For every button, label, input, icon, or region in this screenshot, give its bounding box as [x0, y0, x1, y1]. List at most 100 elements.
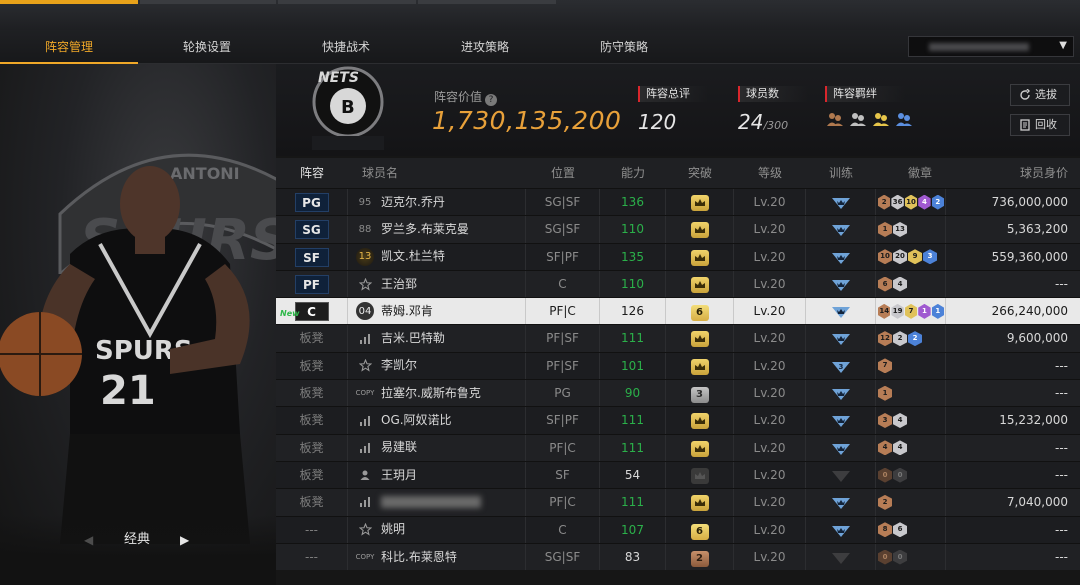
player-name-cell[interactable]: 04 蒂姆.邓肯 [348, 298, 526, 325]
badges-cell[interactable]: 7 [876, 352, 946, 380]
table-row[interactable]: 板凳 易建联 PF|C 111 Lv.20 44 --- [276, 433, 1080, 461]
bond-blue-icon[interactable] [894, 111, 914, 127]
breakthrough-cell[interactable] [666, 216, 734, 243]
breakthrough-cell[interactable] [666, 461, 734, 489]
table-row[interactable]: --- COPY 科比.布莱恩特 SG|SF 83 2 Lv.20 00 --- [276, 542, 1080, 571]
breakthrough-cell[interactable]: 3 [666, 380, 734, 407]
help-icon[interactable]: ? [485, 94, 498, 106]
player-name-cell[interactable]: 易建联 [348, 434, 526, 461]
badges-cell[interactable]: 12 2 2 [876, 325, 946, 352]
badges-cell[interactable]: 00 [876, 543, 946, 571]
table-row[interactable]: 板凳 COPY 拉塞尔.威斯布鲁克 PG 90 3 Lv.20 1 --- [276, 379, 1080, 407]
training-cell[interactable] [806, 325, 876, 352]
training-cell[interactable]: 3 [806, 352, 876, 380]
account-dropdown[interactable]: ▼ [908, 36, 1074, 57]
next-arrow-icon[interactable]: ▶ [180, 533, 189, 547]
lineup-slot-cell[interactable]: 板凳 [276, 380, 348, 407]
table-row[interactable]: 板凳 吉米.巴特勒 PF|SF 111 Lv.20 12 2 2 9,600,000 [276, 324, 1080, 352]
breakthrough-cell[interactable] [666, 243, 734, 270]
training-cell[interactable] [806, 407, 876, 434]
breakthrough-cell[interactable]: 6 [666, 298, 734, 325]
breakthrough-cell[interactable]: 6 [666, 516, 734, 543]
table-row[interactable]: SG 88 罗兰多.布莱克曼 SG|SF 110 Lv.20 1 13 5,363,… [276, 215, 1080, 243]
badges-cell[interactable]: 64 [876, 270, 946, 298]
player-name-cell[interactable]: 吉米.巴特勒 [348, 325, 526, 352]
table-row[interactable]: PF 王治郅 C 110 Lv.20 64 --- [276, 269, 1080, 298]
training-cell[interactable] [806, 380, 876, 407]
badges-cell[interactable]: 2 36 10 4 2 [876, 189, 946, 216]
training-cell[interactable] [806, 243, 876, 270]
training-cell[interactable] [806, 270, 876, 298]
badges-cell[interactable]: 1 13 [876, 216, 946, 243]
tab-defense-strategy[interactable]: 防守策略 [555, 30, 693, 64]
lineup-slot-cell[interactable]: SG [276, 216, 348, 243]
badges-cell[interactable]: 2 [876, 489, 946, 516]
recycle-button[interactable]: 回收 [1010, 114, 1070, 136]
lineup-slot-cell[interactable]: PG [276, 189, 348, 216]
training-cell[interactable] [806, 489, 876, 516]
badges-cell[interactable]: 34 [876, 407, 946, 434]
player-name-cell[interactable]: 姚明 [348, 516, 526, 543]
breakthrough-cell[interactable]: 2 [666, 543, 734, 571]
breakthrough-cell[interactable] [666, 407, 734, 434]
player-card-panel[interactable]: ANTONI SPURS SPURS 21 ◀ 经典 ▶ [0, 64, 276, 585]
training-cell[interactable] [806, 298, 876, 325]
lineup-slot-cell[interactable]: 板凳 [276, 352, 348, 380]
lineup-slot-cell[interactable]: 板凳 [276, 325, 348, 352]
player-name-cell[interactable]: 95 迈克尔.乔丹 [348, 189, 526, 216]
bond-bronze-icon[interactable] [825, 111, 845, 127]
badges-cell[interactable]: 1 [876, 380, 946, 407]
table-row[interactable]: 板凳 李凯尔 PF|SF 101 Lv.20 3 7 --- [276, 351, 1080, 380]
lineup-slot-cell[interactable]: --- [276, 543, 348, 571]
training-cell[interactable] [806, 543, 876, 571]
lineup-slot-cell[interactable]: --- [276, 516, 348, 543]
prev-arrow-icon[interactable]: ◀ [84, 533, 93, 547]
player-name-cell[interactable] [348, 489, 526, 516]
player-name-cell[interactable]: 13 凯文.杜兰特 [348, 243, 526, 270]
training-cell[interactable] [806, 461, 876, 489]
badges-cell[interactable]: 44 [876, 434, 946, 461]
lineup-slot-cell[interactable]: 板凳 [276, 407, 348, 434]
player-name-cell[interactable]: 王玥月 [348, 461, 526, 489]
table-row[interactable]: 板凳 PF|C 111 Lv.20 2 7,040,000 [276, 488, 1080, 516]
lineup-slot-cell[interactable]: 板凳 [276, 461, 348, 489]
training-cell[interactable] [806, 434, 876, 461]
breakthrough-cell[interactable] [666, 270, 734, 298]
table-row[interactable]: 板凳 王玥月 SF 54 Lv.20 00 --- [276, 460, 1080, 489]
lineup-slot-cell[interactable]: New C [276, 298, 348, 325]
lineup-slot-cell[interactable]: SF [276, 243, 348, 270]
lineup-slot-cell[interactable]: PF [276, 270, 348, 298]
player-name-cell[interactable]: COPY 拉塞尔.威斯布鲁克 [348, 380, 526, 407]
bond-silver-icon[interactable] [848, 111, 868, 127]
player-name-cell[interactable]: 88 罗兰多.布莱克曼 [348, 216, 526, 243]
breakthrough-cell[interactable] [666, 352, 734, 380]
breakthrough-cell[interactable] [666, 189, 734, 216]
lineup-slot-cell[interactable]: 板凳 [276, 489, 348, 516]
table-row[interactable]: New C 04 蒂姆.邓肯 PF|C 126 6 Lv.20 14 19 7 1 1 26… [276, 297, 1080, 325]
breakthrough-cell[interactable] [666, 325, 734, 352]
table-row[interactable]: 板凳 OG.阿奴诺比 SF|PF 111 Lv.20 34 15,232,000 [276, 406, 1080, 434]
table-row[interactable]: SF 13 凯文.杜兰特 SF|PF 135 Lv.20 10 20 9 3 559,3… [276, 242, 1080, 270]
lineup-slot-cell[interactable]: 板凳 [276, 434, 348, 461]
tab-offense-strategy[interactable]: 进攻策略 [416, 30, 554, 64]
tab-rotation-settings[interactable]: 轮换设置 [138, 30, 276, 64]
player-name-cell[interactable]: 李凯尔 [348, 352, 526, 380]
player-name-cell[interactable]: COPY 科比.布莱恩特 [348, 543, 526, 571]
training-cell[interactable] [806, 189, 876, 216]
select-button[interactable]: 选拔 [1010, 84, 1070, 106]
breakthrough-cell[interactable] [666, 489, 734, 516]
tab-quick-tactics[interactable]: 快捷战术 [277, 30, 415, 64]
bond-gold-icon[interactable] [871, 111, 891, 127]
badges-cell[interactable]: 86 [876, 516, 946, 543]
player-name-cell[interactable]: OG.阿奴诺比 [348, 407, 526, 434]
badges-cell[interactable]: 00 [876, 461, 946, 489]
badges-cell[interactable]: 10 20 9 3 [876, 243, 946, 270]
training-cell[interactable] [806, 216, 876, 243]
badges-cell[interactable]: 14 19 7 1 1 [876, 298, 946, 325]
player-name-cell[interactable]: 王治郅 [348, 270, 526, 298]
breakthrough-cell[interactable] [666, 434, 734, 461]
training-cell[interactable] [806, 516, 876, 543]
table-row[interactable]: PG 95 迈克尔.乔丹 SG|SF 136 Lv.20 2 36 10 4 2 736,… [276, 188, 1080, 216]
table-row[interactable]: --- 姚明 C 107 6 Lv.20 86 --- [276, 515, 1080, 543]
tab-roster-management[interactable]: 阵容管理 [0, 30, 138, 64]
